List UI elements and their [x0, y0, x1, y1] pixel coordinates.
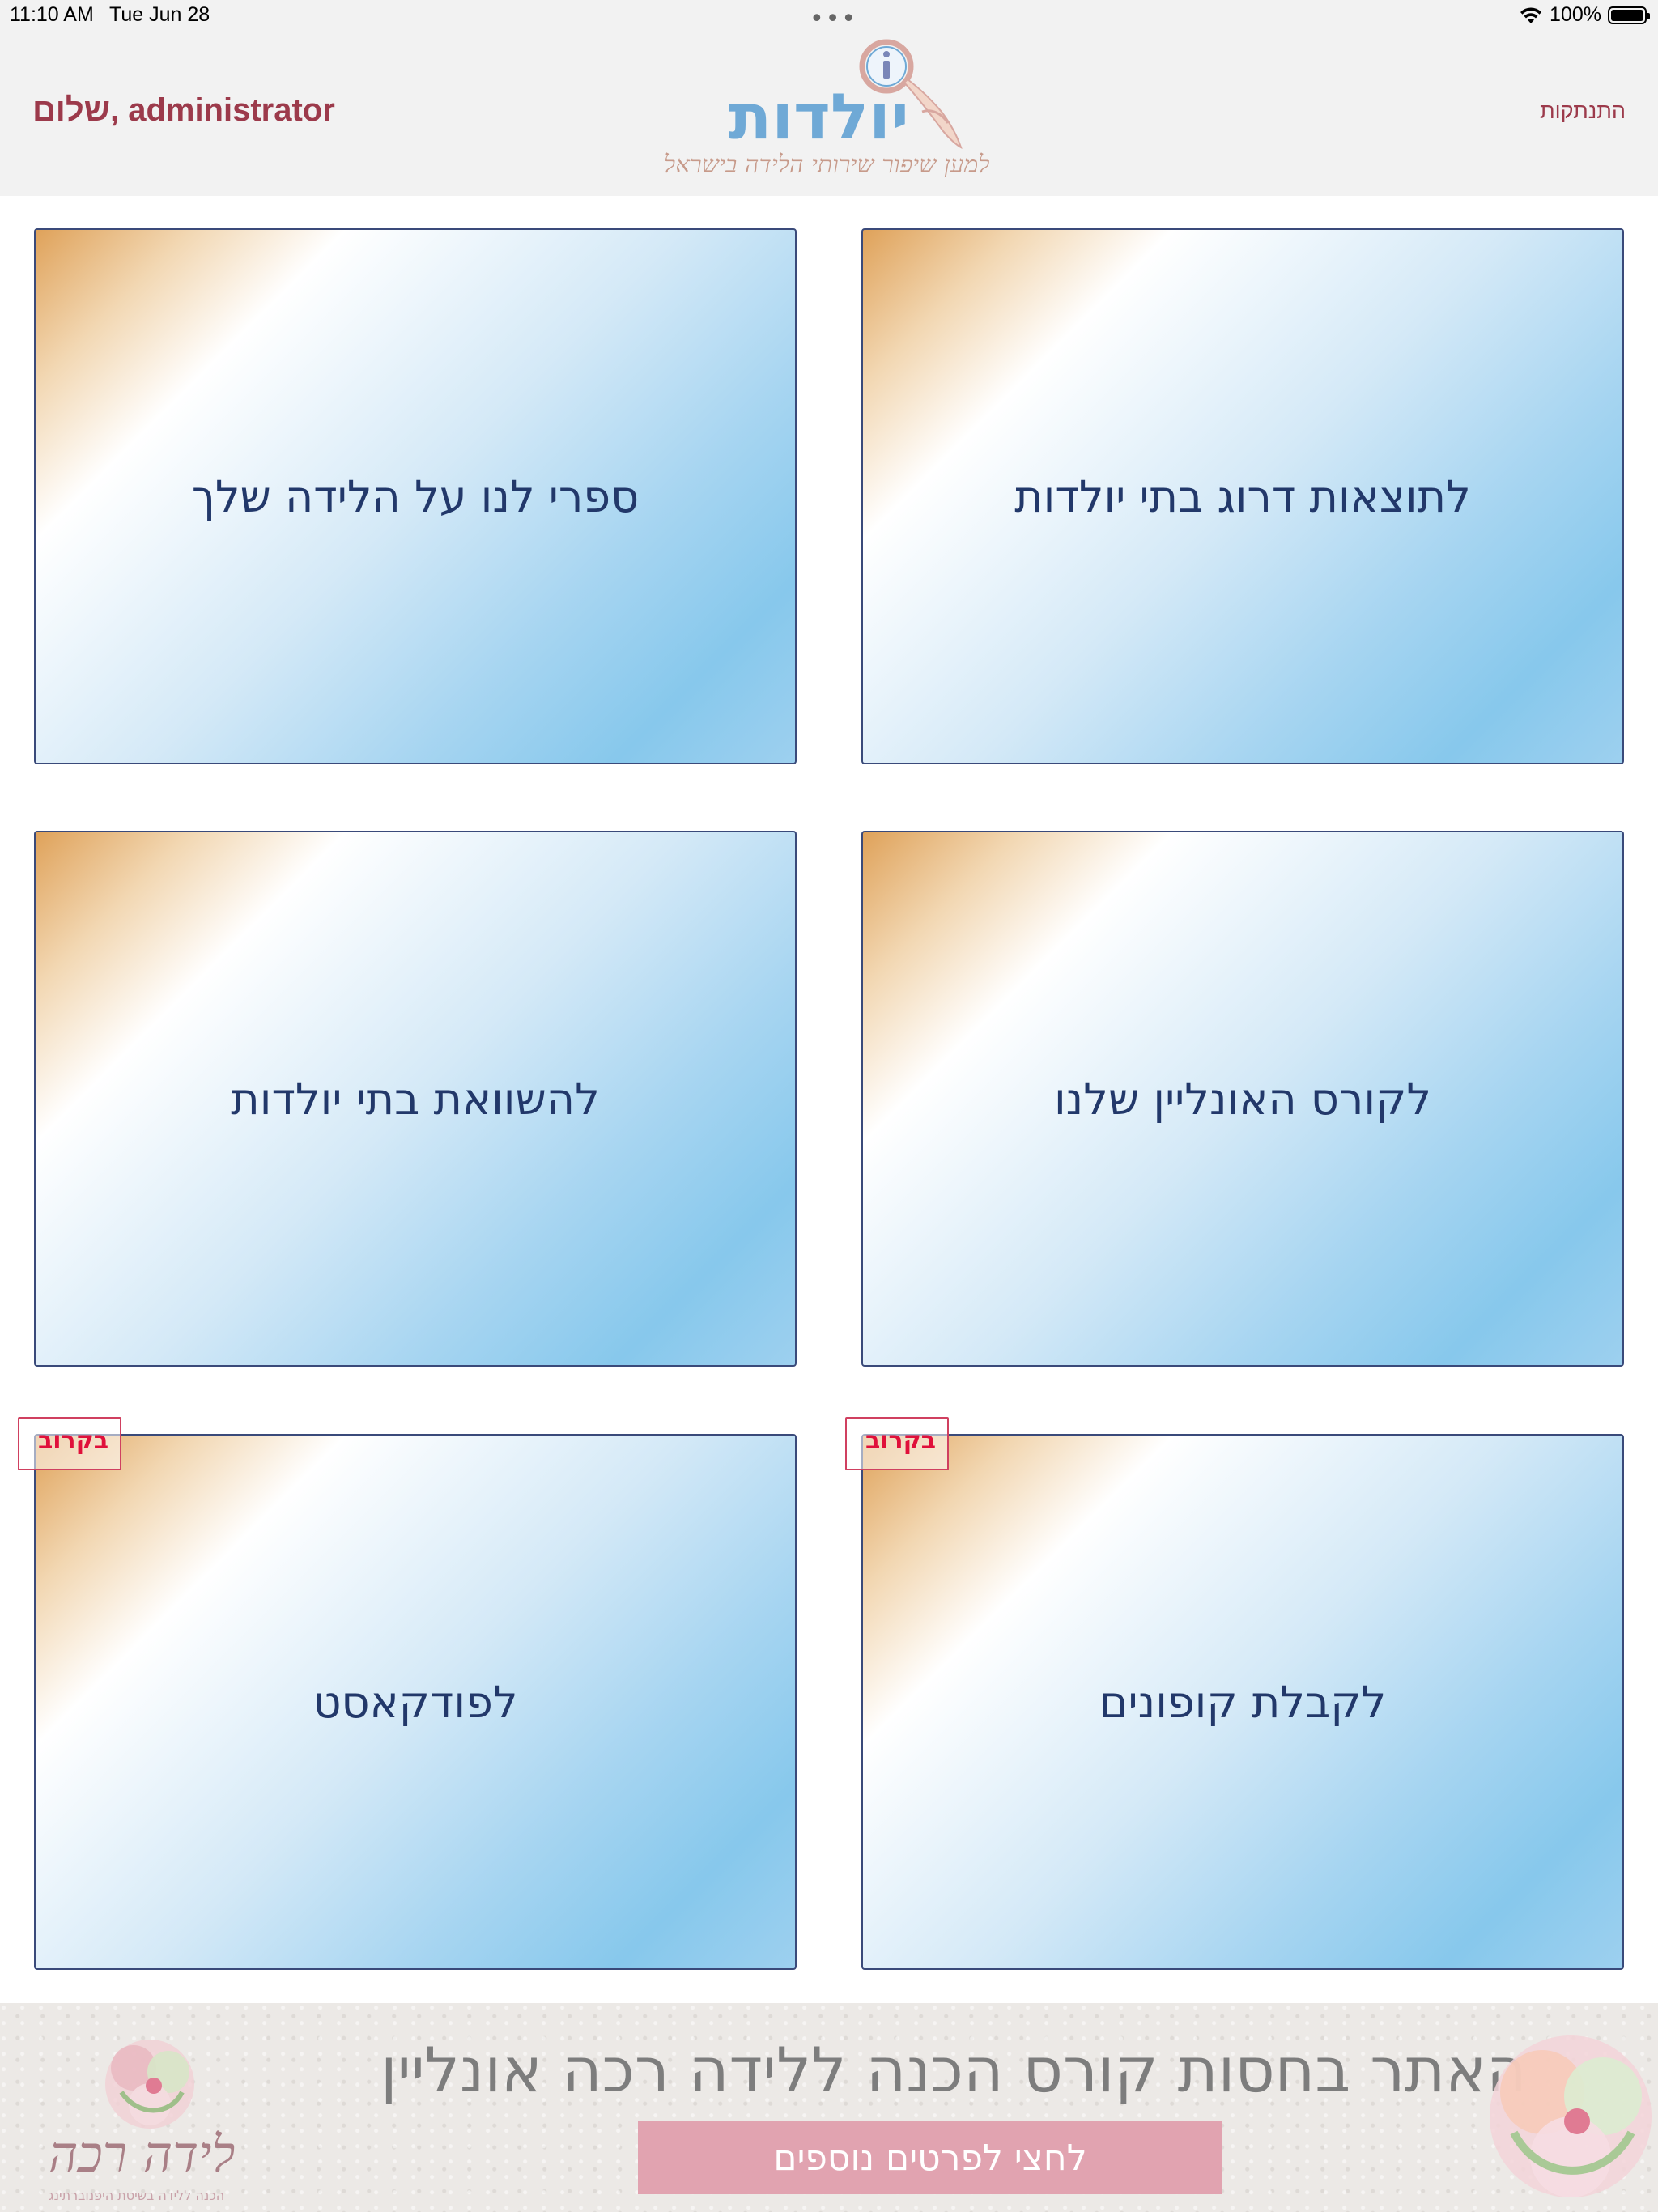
tile-label: לפודקאסט	[312, 1676, 518, 1728]
tile-compare-hospitals[interactable]: להשוואת בתי יולדות	[34, 831, 797, 1367]
app-logo: יולדות למען שיפור שירותי הלידה בישראל	[664, 34, 990, 196]
tile-label: ספרי לנו על הלידה שלך	[191, 470, 640, 522]
app-header: שלום, administrator יולדות למען שיפור שי…	[0, 34, 1658, 196]
coming-soon-badge: בקרוב	[845, 1417, 949, 1470]
status-bar: 11:10 AM Tue Jun 28 ••• 100%	[0, 0, 1658, 34]
tile-label: להשוואת בתי יולדות	[231, 1073, 600, 1125]
status-indicators: 100%	[1519, 3, 1650, 27]
multitasking-dots-icon[interactable]: •••	[810, 5, 857, 33]
logo-title: יולדות	[729, 81, 909, 154]
status-date: Tue Jun 28	[109, 3, 210, 26]
coming-soon-badge: בקרוב	[18, 1417, 121, 1470]
more-details-button[interactable]: לחצי לפרטים נוספים	[638, 2121, 1222, 2194]
tile-label: לקבלת קופונים	[1099, 1676, 1387, 1728]
banner-headline: האתר בחסות קורס הכנה ללידה רכה אונליין	[380, 2034, 1527, 2106]
tile-podcast[interactable]: לפודקאסט	[34, 1434, 797, 1970]
tile-label: לתוצאות דרוג בתי יולדות	[1014, 470, 1471, 522]
tile-label: לקורס האונליין שלנו	[1053, 1073, 1432, 1125]
wifi-icon	[1520, 6, 1542, 23]
tile-ratings-results[interactable]: לתוצאות דרוג בתי יולדות	[861, 228, 1624, 764]
logout-link[interactable]: התנתקות	[1540, 99, 1626, 124]
sponsor-brand: לידה רכה	[49, 2125, 236, 2184]
user-greeting: שלום, administrator	[32, 92, 335, 128]
tile-coupons[interactable]: לקבלת קופונים	[861, 1434, 1624, 1970]
logo-subtitle: למען שיפור שירותי הלידה בישראל	[664, 151, 990, 179]
battery-icon	[1608, 6, 1650, 24]
tile-share-birth-story[interactable]: ספרי לנו על הלידה שלך	[34, 228, 797, 764]
battery-percentage: 100%	[1550, 3, 1601, 26]
sponsor-brand-subtitle: הכנה ללידה בשיטת היפנוברתינג	[49, 2188, 225, 2203]
tile-online-course[interactable]: לקורס האונליין שלנו	[861, 831, 1624, 1367]
sponsor-banner[interactable]: לידה רכה הכנה ללידה בשיטת היפנוברתינג הא…	[0, 2003, 1658, 2212]
flower-logo-icon	[105, 2040, 194, 2129]
status-time: 11:10 AM	[10, 3, 94, 26]
flower-decoration-icon	[1490, 2035, 1652, 2197]
